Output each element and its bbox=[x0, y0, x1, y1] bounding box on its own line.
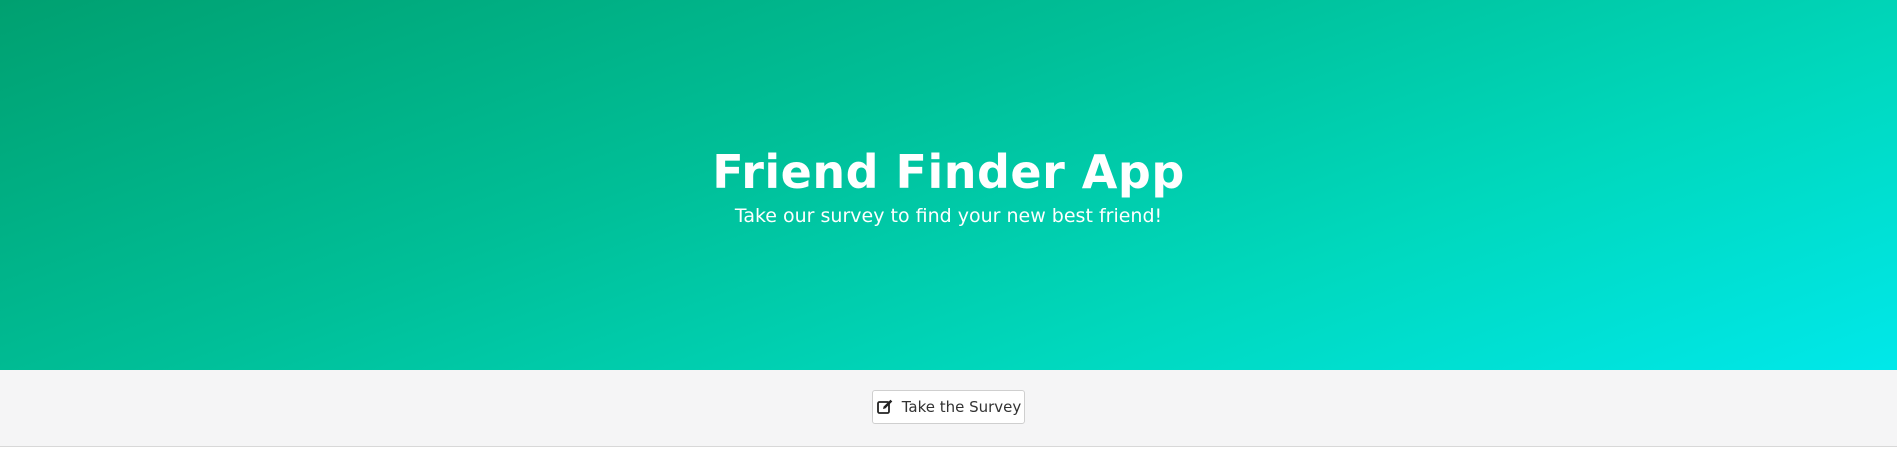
page-title: Friend Finder App bbox=[712, 145, 1185, 199]
action-bar: Take the Survey bbox=[0, 370, 1897, 447]
hero-banner: Friend Finder App Take our survey to fin… bbox=[0, 0, 1897, 370]
take-survey-label: Take the Survey bbox=[901, 398, 1022, 416]
page-subtitle: Take our survey to find your new best fr… bbox=[734, 205, 1163, 227]
take-survey-button[interactable]: Take the Survey bbox=[872, 390, 1025, 424]
edit-icon bbox=[876, 398, 894, 416]
